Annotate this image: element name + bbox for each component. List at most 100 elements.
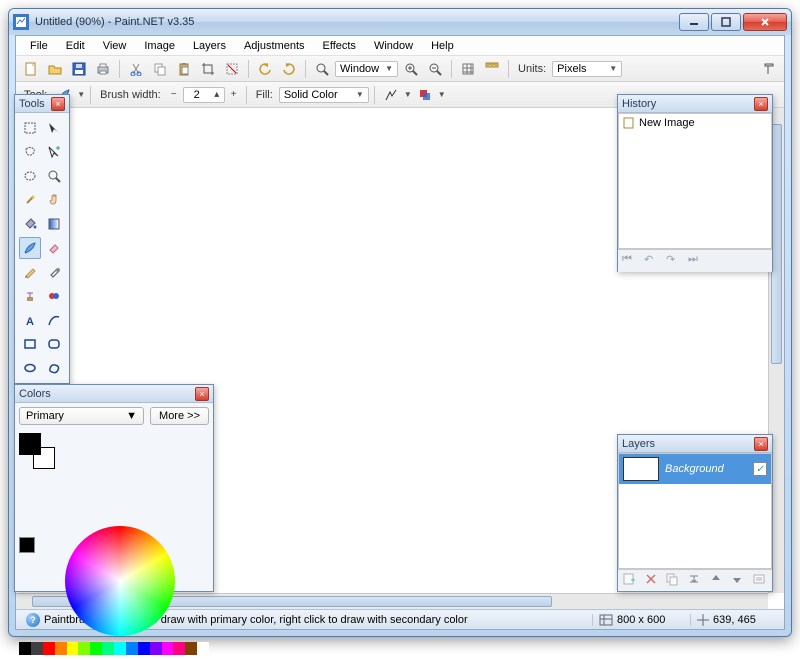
menu-layers[interactable]: Layers [185, 38, 234, 54]
palette-swatch[interactable] [185, 642, 197, 655]
zoom-icon[interactable] [311, 58, 333, 80]
tool-dropdown-caret[interactable]: ▼ [77, 90, 85, 99]
tool-color-picker[interactable] [43, 261, 65, 283]
palette-swatch[interactable] [114, 642, 126, 655]
move-layer-down-button[interactable] [730, 572, 746, 588]
menu-adjustments[interactable]: Adjustments [236, 38, 313, 54]
palette-swatch[interactable] [55, 642, 67, 655]
brush-width-increment[interactable]: + [227, 88, 241, 102]
history-undo-icon[interactable]: ↶ [644, 253, 660, 269]
print-button[interactable] [92, 58, 114, 80]
menu-window[interactable]: Window [366, 38, 421, 54]
merge-layer-button[interactable] [687, 572, 703, 588]
zoom-in-button[interactable] [400, 58, 422, 80]
redo-button[interactable] [278, 58, 300, 80]
tool-rounded-rectangle[interactable] [43, 333, 65, 355]
paste-button[interactable] [173, 58, 195, 80]
tools-panel-titlebar[interactable]: Tools × [15, 95, 69, 113]
blend-mode-caret[interactable]: ▼ [438, 90, 446, 99]
grid-button[interactable] [457, 58, 479, 80]
palette-swatch[interactable] [19, 642, 31, 655]
history-panel-close[interactable]: × [754, 97, 768, 111]
brush-width-input[interactable] [184, 89, 210, 101]
tool-move-selection[interactable] [43, 117, 65, 139]
delete-layer-button[interactable] [644, 572, 660, 588]
tool-pan[interactable] [43, 189, 65, 211]
palette-swatch[interactable] [126, 642, 138, 655]
menu-image[interactable]: Image [136, 38, 183, 54]
history-panel-titlebar[interactable]: History × [618, 95, 772, 113]
layers-panel-titlebar[interactable]: Layers × [618, 435, 772, 453]
antialias-button[interactable] [380, 84, 402, 106]
tool-ellipse[interactable] [19, 357, 41, 379]
menu-effects[interactable]: Effects [315, 38, 364, 54]
tool-paintbrush[interactable] [19, 237, 41, 259]
tool-freeform-shape[interactable] [43, 357, 65, 379]
color-selector-dropdown[interactable]: Primary▼ [19, 407, 144, 425]
palette-swatch[interactable] [150, 642, 162, 655]
tool-pencil[interactable] [19, 261, 41, 283]
zoom-out-button[interactable] [424, 58, 446, 80]
save-button[interactable] [68, 58, 90, 80]
copy-button[interactable] [149, 58, 171, 80]
tool-paint-bucket[interactable] [19, 213, 41, 235]
minimize-button[interactable] [679, 13, 709, 31]
tool-clone-stamp[interactable] [19, 285, 41, 307]
menu-file[interactable]: File [22, 38, 56, 54]
layers-panel-close[interactable]: × [754, 437, 768, 451]
add-to-palette-button[interactable] [19, 537, 35, 553]
color-swatches[interactable] [19, 433, 55, 469]
palette-swatch[interactable] [78, 642, 90, 655]
tool-gradient[interactable] [43, 213, 65, 235]
palette-swatch[interactable] [43, 642, 55, 655]
maximize-button[interactable] [711, 13, 741, 31]
new-button[interactable] [20, 58, 42, 80]
palette-swatch[interactable] [67, 642, 79, 655]
palette-swatch[interactable] [173, 642, 185, 655]
close-button[interactable] [743, 13, 787, 31]
menu-help[interactable]: Help [423, 38, 462, 54]
history-fastforward-icon[interactable]: ⏭ [688, 253, 704, 269]
tool-ellipse-select[interactable] [19, 165, 41, 187]
color-wheel[interactable] [65, 526, 175, 636]
primary-color-swatch[interactable] [19, 433, 41, 455]
move-layer-up-button[interactable] [709, 572, 725, 588]
fill-dropdown[interactable]: Solid Color▼ [279, 87, 369, 103]
zoom-level-dropdown[interactable]: Window▼ [335, 61, 398, 77]
tools-panel-close[interactable]: × [51, 97, 65, 111]
history-rewind-icon[interactable]: ⏮ [622, 253, 638, 269]
cut-button[interactable] [125, 58, 147, 80]
units-dropdown[interactable]: Pixels▼ [552, 61, 622, 77]
undo-button[interactable] [254, 58, 276, 80]
tool-recolor[interactable] [43, 285, 65, 307]
colors-panel-titlebar[interactable]: Colors × [15, 385, 213, 403]
colors-panel-close[interactable]: × [195, 387, 209, 401]
history-item[interactable]: New Image [619, 114, 771, 132]
layer-visibility-checkbox[interactable]: ✓ [753, 462, 767, 476]
crop-button[interactable] [197, 58, 219, 80]
palette-swatch[interactable] [31, 642, 43, 655]
tools-window-toggle[interactable] [758, 58, 780, 80]
palette-swatch[interactable] [102, 642, 114, 655]
tool-line[interactable] [43, 309, 65, 331]
palette-swatch[interactable] [197, 642, 209, 655]
tool-lasso-select[interactable] [19, 141, 41, 163]
tool-rectangle[interactable] [19, 333, 41, 355]
deselect-button[interactable] [221, 58, 243, 80]
menu-view[interactable]: View [95, 38, 135, 54]
history-redo-icon[interactable]: ↷ [666, 253, 682, 269]
rulers-button[interactable] [481, 58, 503, 80]
add-layer-button[interactable] [622, 572, 638, 588]
tool-eraser[interactable] [43, 237, 65, 259]
palette-swatch[interactable] [90, 642, 102, 655]
blend-mode-button[interactable] [414, 84, 436, 106]
tool-move-selected-pixels[interactable] [43, 141, 65, 163]
layer-row[interactable]: Background ✓ [619, 454, 771, 484]
palette-swatch[interactable] [162, 642, 174, 655]
colors-more-button[interactable]: More >> [150, 407, 209, 425]
menu-edit[interactable]: Edit [58, 38, 93, 54]
brush-width-decrement[interactable]: − [167, 88, 181, 102]
open-button[interactable] [44, 58, 66, 80]
antialias-caret[interactable]: ▼ [404, 90, 412, 99]
brush-width-spinner[interactable]: ▴ [210, 88, 224, 102]
